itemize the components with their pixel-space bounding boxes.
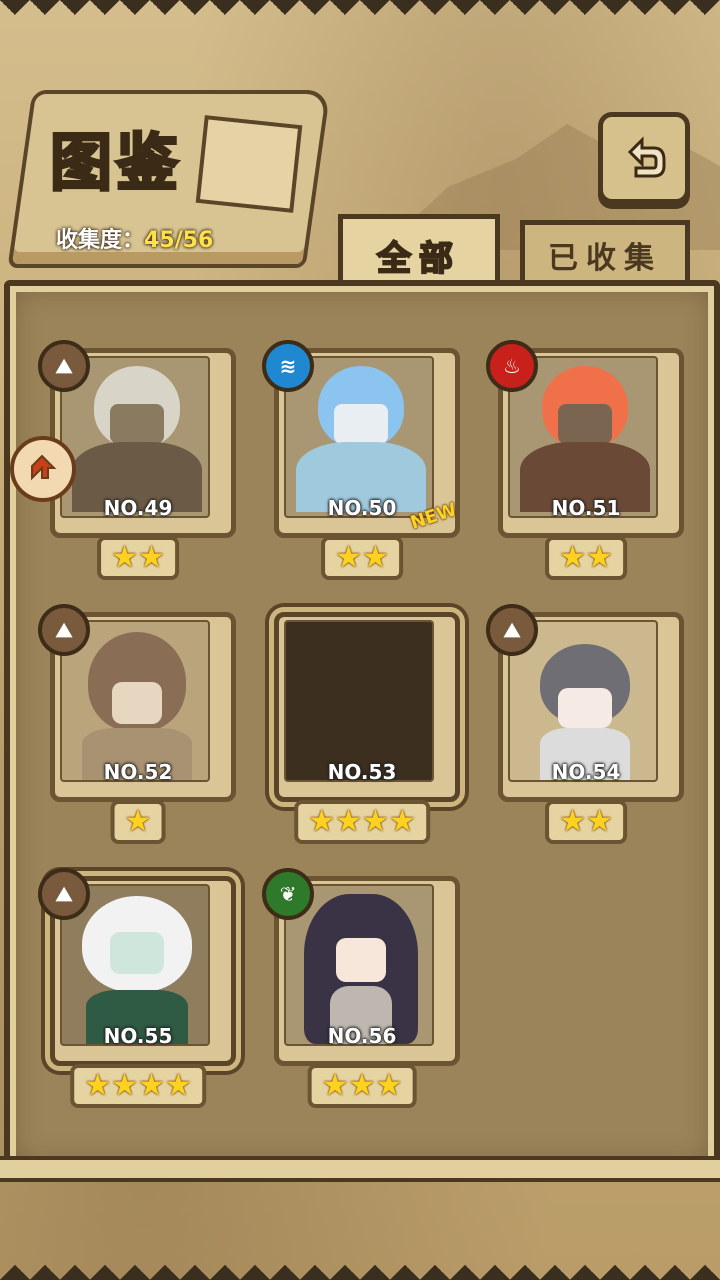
water-element-icon: ≋ (262, 340, 314, 392)
card-no54[interactable]: NO.54 ★★ ⛰ (486, 604, 684, 844)
stars: ★★★★ (84, 1068, 192, 1103)
progress-label: 收集度： (56, 228, 145, 253)
page-title: 图鉴 (48, 125, 183, 201)
book-page-decoration (195, 115, 303, 213)
earth-element-icon: ⛰ (38, 604, 90, 656)
earth-element-icon: ⛰ (38, 340, 90, 392)
star-rating: ★★ (545, 800, 627, 844)
stars: ★★★★ (308, 804, 416, 839)
character-face (558, 688, 612, 728)
panel-bottom-border (0, 1156, 720, 1182)
character-face (110, 932, 164, 974)
character-face (558, 404, 612, 444)
back-button[interactable] (598, 112, 690, 204)
bottom-border (0, 1250, 720, 1280)
card-number: NO.54 (551, 760, 621, 784)
stars: ★★ (559, 804, 613, 839)
character-face (336, 938, 386, 982)
star-rating: ★★★★ (70, 1064, 206, 1108)
card-number: NO.56 (327, 1024, 397, 1048)
side-arrow-icon (31, 454, 57, 481)
fire-element-icon: ♨ (486, 340, 538, 392)
stars: ★★ (559, 540, 613, 575)
earth-element-icon: ⛰ (38, 868, 90, 920)
star-rating: ★★ (545, 536, 627, 580)
wood-element-icon: ❦ (262, 868, 314, 920)
card-number: NO.51 (551, 496, 621, 520)
stars: ★★ (111, 540, 165, 575)
stars: ★★★ (321, 1068, 403, 1103)
earth-element-icon: ⛰ (486, 604, 538, 656)
collection-progress: 收集度：45/56 (56, 222, 213, 254)
star-rating: ★★ (321, 536, 403, 580)
star-rating: ★★★ (307, 1064, 417, 1108)
back-arrow-icon (627, 136, 666, 178)
card-number: NO.52 (103, 760, 173, 784)
star-rating: ★★★★ (294, 800, 430, 844)
star-rating: ★ (110, 800, 166, 844)
card-no53-locked[interactable]: NO.53 ★★★★ (270, 612, 460, 844)
card-no50[interactable]: NO.50 NEW ★★ ≋ (262, 340, 460, 580)
star-rating: ★★ (97, 536, 179, 580)
card-number: NO.49 (103, 496, 173, 520)
character-face (110, 404, 164, 444)
card-no52[interactable]: NO.52 ★ ⛰ (38, 604, 236, 844)
card-no56[interactable]: NO.56 ★★★ ❦ (262, 868, 460, 1108)
character-face (334, 404, 388, 444)
locked-portrait (284, 620, 434, 782)
top-border (0, 0, 720, 30)
stars: ★ (124, 804, 152, 839)
stars: ★★ (335, 540, 389, 575)
card-no51[interactable]: NO.51 ★★ ♨ (486, 340, 684, 580)
card-no55[interactable]: NO.55 ★★★★ ⛰ (38, 868, 236, 1108)
progress-value: 45/56 (144, 228, 214, 253)
side-arrow-button[interactable] (10, 436, 76, 502)
card-number: NO.53 (327, 760, 397, 784)
card-number: NO.55 (103, 1024, 173, 1048)
character-face (112, 682, 162, 724)
